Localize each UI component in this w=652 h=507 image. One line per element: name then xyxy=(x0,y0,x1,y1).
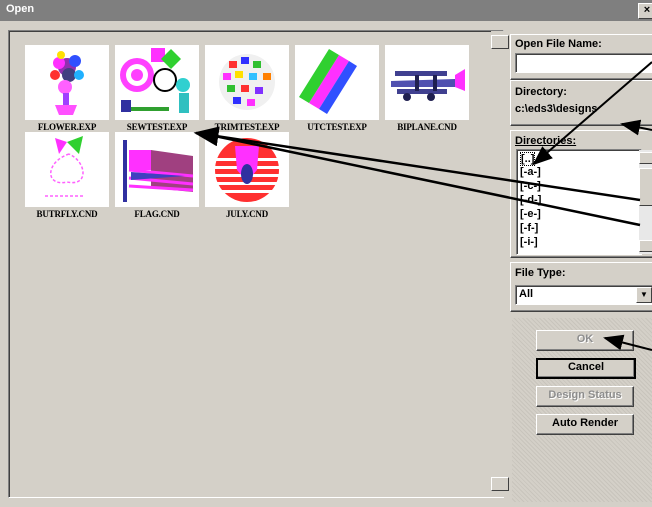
ok-button[interactable]: OK xyxy=(536,330,634,351)
chevron-down-icon[interactable]: ▼ xyxy=(636,287,652,303)
file-thumb-trimtest[interactable] xyxy=(205,45,289,120)
file-thumb-utctest[interactable] xyxy=(295,45,379,120)
file-type-group: File Type: All ▼ xyxy=(510,262,652,312)
file-name[interactable]: BIPLANE.CND xyxy=(377,122,477,132)
scroll-up-button[interactable] xyxy=(639,152,652,164)
flag-design-icon xyxy=(123,140,194,202)
scroll-thumb[interactable] xyxy=(639,168,652,206)
file-thumb-july[interactable] xyxy=(205,132,289,207)
directory-item[interactable]: [-c-] xyxy=(520,180,541,192)
open-dialog: Open × FLOWER.EXP SEWTEST.EXP TRIMTEST.E… xyxy=(0,0,652,507)
directory-item[interactable]: [-i-] xyxy=(520,236,538,248)
scroll-down-button[interactable] xyxy=(639,240,652,252)
utctest-design-icon xyxy=(299,49,357,114)
open-file-name-label: Open File Name: xyxy=(515,38,602,50)
open-file-name-input[interactable] xyxy=(515,53,652,73)
file-name[interactable]: FLAG.CND xyxy=(107,209,207,219)
scroll-down-button[interactable] xyxy=(491,477,509,491)
directory-item[interactable]: [-e-] xyxy=(520,208,541,220)
biplane-design-icon xyxy=(391,69,465,101)
file-name[interactable]: JULY.CND xyxy=(197,209,297,219)
dialog-title: Open xyxy=(6,3,35,15)
directories-label: Directories: xyxy=(515,135,577,147)
file-name[interactable]: SEWTEST.EXP xyxy=(107,122,207,132)
title-bar[interactable]: Open × xyxy=(0,0,652,21)
file-name[interactable]: TRIMTEST.EXP xyxy=(197,122,297,132)
directories-list[interactable]: [..] [-a-] [-c-] [-d-] [-e-] [-f-] [-i-] xyxy=(516,149,652,255)
directory-label: Directory: xyxy=(515,86,567,98)
file-thumb-flag[interactable] xyxy=(115,132,199,207)
auto-render-button[interactable]: Auto Render xyxy=(536,414,634,435)
file-thumb-biplane[interactable] xyxy=(385,45,469,120)
file-name[interactable]: UTCTEST.EXP xyxy=(287,122,387,132)
file-pane-scrollbar[interactable] xyxy=(491,31,509,497)
cancel-button[interactable]: Cancel xyxy=(536,358,636,379)
trimtest-design-icon xyxy=(219,54,275,110)
july-design-icon xyxy=(215,138,279,202)
butterfly-design-icon xyxy=(45,136,85,197)
file-thumbnail-pane: FLOWER.EXP SEWTEST.EXP TRIMTEST.EXP UTCT… xyxy=(8,30,509,498)
directory-item[interactable]: [-a-] xyxy=(520,166,541,178)
directory-item[interactable]: [-f-] xyxy=(520,222,538,234)
file-thumb-butrfly[interactable] xyxy=(25,132,109,207)
file-type-value: All xyxy=(519,288,534,300)
sewtest-design-icon xyxy=(120,48,190,113)
scroll-up-button[interactable] xyxy=(491,35,509,49)
close-button[interactable]: × xyxy=(638,3,652,19)
file-name[interactable]: FLOWER.EXP xyxy=(17,122,117,132)
open-file-name-group: Open File Name: xyxy=(510,34,652,80)
file-thumb-sewtest[interactable] xyxy=(115,45,199,120)
directory-item[interactable]: [-d-] xyxy=(520,194,541,206)
file-name[interactable]: BUTRFLY.CND xyxy=(17,209,117,219)
design-status-button[interactable]: Design Status xyxy=(536,386,634,407)
directory-group: Directory: c:\eds3\designs xyxy=(510,80,652,126)
directory-item[interactable]: [..] xyxy=(520,152,536,166)
directories-scrollbar[interactable] xyxy=(639,150,652,254)
file-type-select[interactable]: All ▼ xyxy=(515,285,652,305)
file-thumb-flower[interactable] xyxy=(25,45,109,120)
file-type-label: File Type: xyxy=(515,267,566,279)
directory-path: c:\eds3\designs xyxy=(515,103,598,115)
flower-design-icon xyxy=(50,51,84,115)
